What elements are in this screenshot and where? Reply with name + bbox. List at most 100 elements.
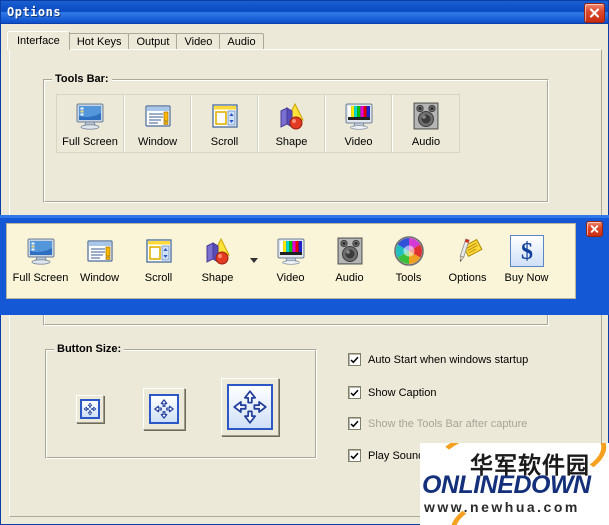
- float-button-label: Scroll: [144, 272, 173, 284]
- speaker-icon: [413, 102, 439, 130]
- toolsbar-button-window[interactable]: Window: [124, 95, 191, 152]
- checkbox-auto-start[interactable]: Auto Start when windows startup: [348, 353, 528, 366]
- tools-bar-group: Tools Bar: Full Screen Window Scroll Sha…: [43, 73, 549, 203]
- tab-label: Output: [136, 36, 170, 48]
- arrows-cluster-icon: [83, 402, 97, 416]
- tab-label: Video: [184, 36, 213, 48]
- toolsbar-button-label: Scroll: [210, 136, 239, 148]
- float-bar-highlight: [0, 215, 609, 218]
- check-icon: [350, 452, 359, 459]
- checkbox-show-caption[interactable]: Show Caption: [348, 386, 437, 399]
- tools-bar-preview-row: Full Screen Window Scroll Shape Video Au…: [56, 94, 460, 153]
- watermark-brand-text: ONLINEDOWN: [422, 471, 591, 499]
- tab-hot-keys[interactable]: Hot Keys: [68, 33, 130, 50]
- tab-audio[interactable]: Audio: [219, 33, 264, 50]
- toolsbar-button-label: Video: [344, 136, 373, 148]
- float-button-label: Video: [276, 272, 305, 284]
- tab-label: Audio: [227, 36, 256, 48]
- arrows-cluster-icon: [154, 399, 174, 419]
- monitor-fullscreen-icon: [27, 238, 54, 265]
- toolsbar-button-label: Shape: [275, 136, 308, 148]
- float-button-full-screen[interactable]: Full Screen: [11, 227, 70, 293]
- float-button-audio[interactable]: Audio: [320, 227, 379, 293]
- float-button-label: Shape: [201, 272, 234, 284]
- scroll-window-icon: [211, 104, 238, 128]
- checkbox-box: [348, 386, 361, 399]
- watermark-onlinedown: 华军软件园 ONLINEDOWN www.newhua.com: [420, 443, 609, 525]
- float-button-label: Window: [79, 272, 120, 284]
- button-size-group-label: Button Size:: [54, 343, 125, 355]
- checkbox-label: Play Sound: [368, 449, 425, 462]
- monitor-fullscreen-icon: [76, 103, 104, 130]
- scroll-window-icon: [145, 239, 172, 263]
- arrows-cluster-icon: [233, 390, 267, 424]
- window-icon: [86, 240, 113, 262]
- svg-text:$: $: [521, 239, 533, 264]
- title-bar: Options: [1, 1, 608, 24]
- video-monitor-icon: [345, 103, 372, 130]
- button-size-option-small[interactable]: [76, 395, 104, 423]
- checkbox-label: Show Caption: [368, 386, 437, 399]
- checkbox-box: [348, 449, 361, 462]
- float-button-video[interactable]: Video: [261, 227, 320, 293]
- close-icon: [589, 8, 600, 18]
- toolsbar-button-scroll[interactable]: Scroll: [191, 95, 258, 152]
- dollar-icon: $: [521, 239, 533, 264]
- check-icon: [350, 356, 359, 363]
- float-button-label: Tools: [395, 272, 422, 284]
- tab-output[interactable]: Output: [128, 33, 178, 50]
- shapes-icon: [280, 102, 304, 130]
- float-button-label: Audio: [335, 272, 364, 284]
- float-button-window[interactable]: Window: [70, 227, 129, 293]
- color-wheel-icon: [393, 236, 424, 266]
- close-icon: [590, 225, 599, 233]
- tab-interface[interactable]: Interface: [7, 31, 70, 50]
- shape-dropdown-button[interactable]: [247, 227, 261, 293]
- button-size-option-medium[interactable]: [143, 388, 185, 430]
- toolsbar-button-label: Full Screen: [62, 136, 118, 148]
- float-button-scroll[interactable]: Scroll: [129, 227, 188, 293]
- toolsbar-button-label: Window: [137, 136, 178, 148]
- dollar-icon-frame: $: [509, 235, 544, 267]
- float-button-buy-now[interactable]: $ Buy Now: [497, 227, 556, 293]
- tab-video[interactable]: Video: [176, 33, 221, 50]
- window-close-button[interactable]: [584, 3, 605, 23]
- check-icon: [350, 420, 359, 427]
- speaker-icon: [337, 237, 362, 265]
- float-bar-close-button[interactable]: [586, 221, 603, 237]
- button-size-group: Button Size:: [45, 343, 317, 459]
- float-button-options[interactable]: Options: [438, 227, 497, 293]
- shapes-icon: [206, 237, 230, 265]
- floating-tools-bar-window[interactable]: Full Screen Window Scroll Shape Video Au…: [0, 215, 609, 315]
- chevron-down-icon: [250, 257, 258, 263]
- toolsbar-button-shape[interactable]: Shape: [258, 95, 325, 152]
- checkbox-show-tools-bar-after-capture[interactable]: Show the Tools Bar after capture: [348, 417, 527, 430]
- button-size-option-large[interactable]: [221, 378, 279, 436]
- video-monitor-icon: [277, 238, 304, 265]
- window-title: Options: [7, 5, 62, 19]
- toolsbar-button-audio[interactable]: Audio: [392, 95, 459, 152]
- tools-bar-group-label: Tools Bar:: [52, 73, 112, 85]
- float-button-label: Options: [448, 272, 487, 284]
- checkbox-label: Auto Start when windows startup: [368, 353, 529, 366]
- tab-label: Hot Keys: [76, 36, 122, 48]
- checkbox-play-sound[interactable]: Play Sound: [348, 449, 424, 462]
- float-button-label: Full Screen: [12, 272, 69, 284]
- float-bar-button-row: Full Screen Window Scroll Shape Video Au…: [11, 227, 556, 293]
- checkbox-box: [348, 353, 361, 366]
- float-button-shape[interactable]: Shape: [188, 227, 247, 293]
- checkbox-label: Show the Tools Bar after capture: [368, 417, 528, 430]
- tab-label: Interface: [17, 35, 60, 47]
- float-button-tools[interactable]: Tools: [379, 227, 438, 293]
- watermark-url-text: www.newhua.com: [424, 499, 580, 515]
- check-icon: [350, 389, 359, 396]
- tab-strip: Interface Hot Keys Output Video Audio: [7, 31, 602, 50]
- toolsbar-button-full-screen[interactable]: Full Screen: [57, 95, 124, 152]
- window-icon: [144, 105, 171, 127]
- float-bar-client-area: Full Screen Window Scroll Shape Video Au…: [6, 223, 576, 299]
- float-button-label: Buy Now: [504, 272, 549, 284]
- pencil-notes-icon: [459, 238, 483, 263]
- checkbox-box: [348, 417, 361, 430]
- toolsbar-button-video[interactable]: Video: [325, 95, 392, 152]
- toolsbar-button-label: Audio: [411, 136, 441, 148]
